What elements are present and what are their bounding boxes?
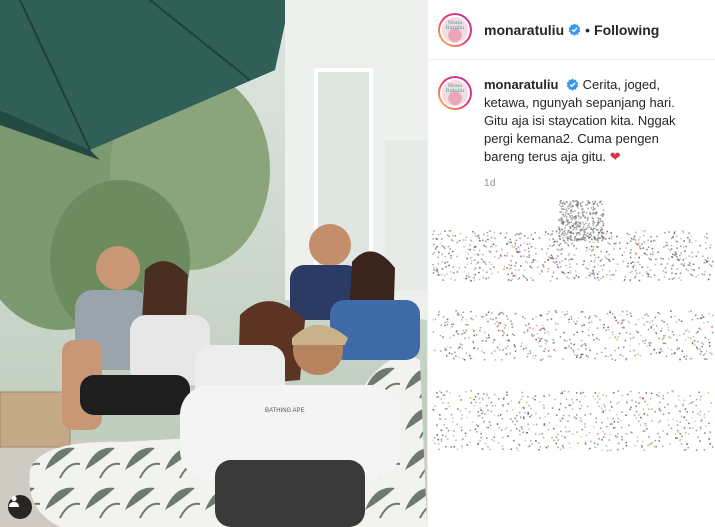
caption-avatar[interactable]: Mona Ratuliu	[438, 76, 472, 110]
post-side-panel: Mona Ratuliu monaratuliu • Following Mon…	[427, 0, 715, 527]
verified-badge-icon	[568, 23, 581, 36]
post-header: Mona Ratuliu monaratuliu • Following	[428, 0, 715, 60]
heart-emoji: ❤	[609, 149, 621, 164]
header-username[interactable]: monaratuliu	[484, 22, 564, 38]
avatar-text: Mona Ratuliu	[445, 19, 465, 31]
sweatshirt-print: BATHING APE	[265, 408, 305, 414]
verified-badge-icon	[566, 78, 579, 91]
photo-illustration: BATHING APE	[0, 0, 427, 527]
caption-username[interactable]: monaratuliu	[484, 77, 558, 92]
following-button[interactable]: Following	[594, 22, 659, 38]
separator-dot: •	[585, 21, 591, 38]
header-avatar[interactable]: Mona Ratuliu	[438, 12, 472, 47]
caption-block: Mona Ratuliu monaratuliu Cerita, joged, …	[428, 60, 715, 193]
tag-people-button[interactable]	[8, 495, 32, 519]
avatar-text: Mona Ratuliu	[445, 83, 465, 94]
obscured-comments-area	[432, 200, 714, 452]
post-photo[interactable]: BATHING APE	[0, 0, 427, 527]
person-tag-icon	[8, 495, 20, 507]
post-age[interactable]: 1d	[484, 175, 684, 193]
caption: monaratuliu Cerita, joged, ketawa, nguny…	[484, 76, 684, 193]
